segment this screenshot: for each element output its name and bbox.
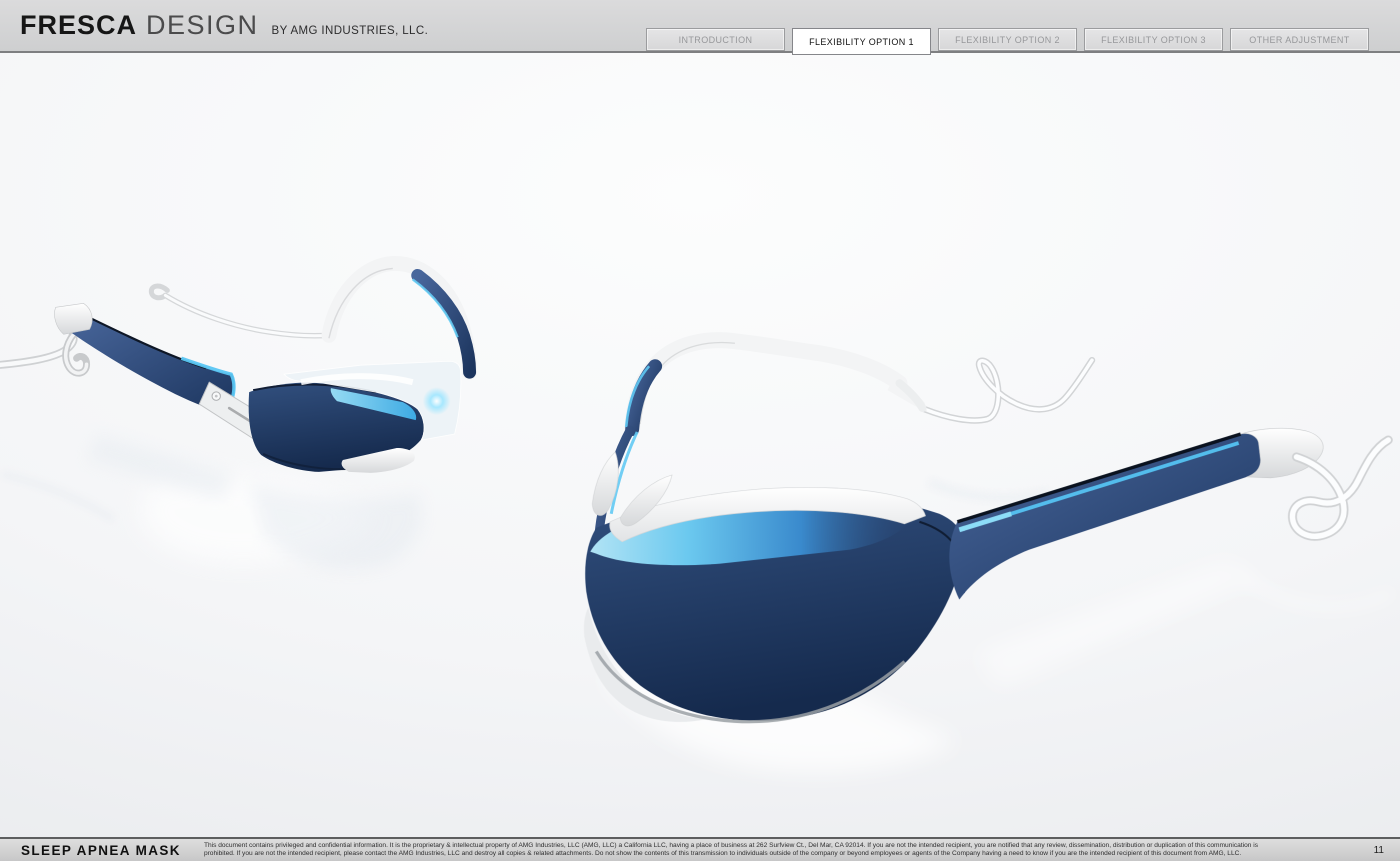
confidentiality-disclaimer: This document contains privileged and co… (204, 842, 1264, 858)
footer-bar: SLEEP APNEA MASK This document contains … (0, 837, 1400, 861)
disclaimer-line-2: prohibited. If you are not the intended … (203, 850, 1242, 857)
air-tube-right-upper (921, 356, 1096, 424)
temple-arm-right (949, 427, 1324, 600)
tab-flexibility-option-3[interactable]: FLEXIBILITY OPTION 3 (1084, 28, 1223, 51)
page-number: 11 (1373, 844, 1384, 856)
headband-left (321, 255, 478, 380)
tab-other-adjustment[interactable]: OTHER ADJUSTMENT (1230, 28, 1369, 51)
tab-flexibility-option-1[interactable]: FLEXIBILITY OPTION 1 (792, 28, 931, 55)
render-stage (0, 53, 1400, 837)
arm-tip-left (54, 303, 93, 335)
mask-left (0, 255, 478, 570)
tab-flexibility-option-2[interactable]: FLEXIBILITY OPTION 2 (938, 28, 1077, 51)
air-tube-left (0, 330, 91, 377)
brand-primary: FRESCA (20, 10, 138, 40)
brand-byline: BY AMG INDUSTRIES, LLC. (271, 25, 429, 37)
product-title: SLEEP APNEA MASK (21, 842, 181, 858)
header-bar: FRESCA DESIGN BY AMG INDUSTRIES, LLC. IN… (0, 0, 1400, 55)
disclaimer-line-1: This document contains privileged and co… (203, 842, 1259, 850)
brand-logo: FRESCA DESIGN BY AMG INDUSTRIES, LLC. (20, 10, 428, 41)
air-tube-left-upper (148, 283, 332, 339)
page: FRESCA DESIGN BY AMG INDUSTRIES, LLC. IN… (0, 0, 1400, 861)
product-render (0, 255, 1396, 773)
tab-bar: INTRODUCTION FLEXIBILITY OPTION 1 FLEXIB… (646, 28, 1369, 55)
brand-secondary: DESIGN (146, 10, 259, 40)
tab-introduction[interactable]: INTRODUCTION (646, 28, 785, 51)
mask-right (583, 332, 1396, 773)
headband-right (624, 332, 928, 438)
visor-flare-left (422, 387, 451, 416)
